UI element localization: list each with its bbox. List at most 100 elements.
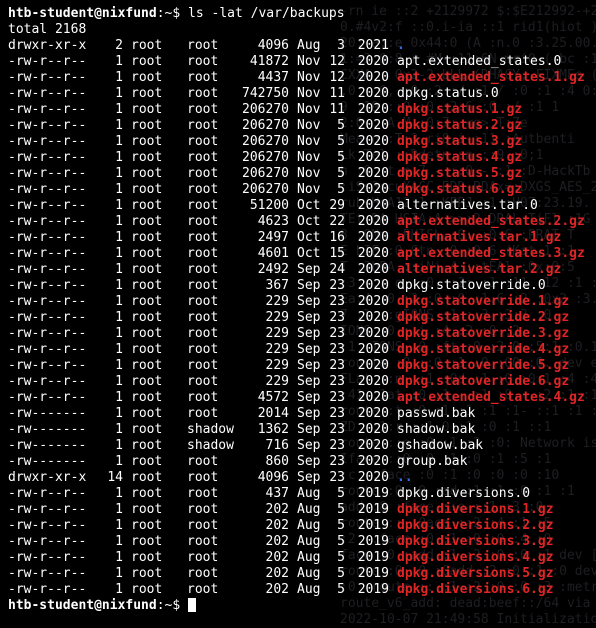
- owner: root: [131, 54, 163, 69]
- owner: root: [131, 438, 163, 453]
- month: Nov: [297, 150, 321, 165]
- year: 2020: [357, 230, 389, 245]
- file-name: dpkg.diversions.2.gz: [397, 518, 554, 533]
- file-size: 206270: [242, 102, 289, 117]
- owner: root: [131, 582, 163, 597]
- link-count: 1: [115, 438, 123, 453]
- month: Sep: [297, 470, 321, 485]
- link-count: 1: [115, 342, 123, 357]
- file-entry-row: -rw-r--r-- 1 root root 202 Aug 5 2019 dpkg.diver…: [8, 566, 592, 582]
- file-name: dpkg.status.6.gz: [397, 182, 523, 197]
- owner: root: [131, 182, 163, 197]
- permissions: -rw-------: [8, 422, 87, 437]
- year: 2020: [357, 390, 389, 405]
- day: 23: [329, 438, 345, 453]
- day: 23: [329, 422, 345, 437]
- month: Sep: [297, 422, 321, 437]
- year: 2019: [357, 566, 389, 581]
- link-count: 1: [115, 454, 123, 469]
- link-count: 1: [115, 118, 123, 133]
- file-size: 51200: [249, 198, 289, 213]
- day: 5: [337, 134, 345, 149]
- owner: root: [131, 326, 163, 341]
- group: root: [187, 246, 219, 261]
- owner: root: [131, 278, 163, 293]
- group: root: [187, 134, 219, 149]
- file-name: dpkg.diversions.1.gz: [397, 502, 554, 517]
- file-entry-row: -rw-r--r-- 1 root root 206270 Nov 5 2020 dpkg.st…: [8, 118, 592, 134]
- year: 2020: [357, 102, 389, 117]
- file-name: apt.extended_states.1.gz: [397, 70, 585, 85]
- group: root: [187, 118, 219, 133]
- group: root: [187, 262, 219, 277]
- file-size: 229: [265, 310, 289, 325]
- year: 2019: [357, 534, 389, 549]
- link-count: 1: [115, 102, 123, 117]
- file-size: 2497: [257, 230, 289, 245]
- year: 2020: [357, 118, 389, 133]
- month: Sep: [297, 310, 321, 325]
- day: 5: [337, 150, 345, 165]
- file-name: dpkg.status.2.gz: [397, 118, 523, 133]
- month: Aug: [297, 518, 321, 533]
- file-entry-row: -rw-r--r-- 1 root root 4572 Sep 23 2020 apt.exte…: [8, 390, 592, 406]
- file-name: alternatives.tar.0: [397, 198, 538, 213]
- month: Sep: [297, 438, 321, 453]
- owner: root: [131, 118, 163, 133]
- month: Oct: [297, 214, 321, 229]
- terminal-window[interactable]: -rn ie ::2 +2129972 $:$E212992-+212920.#…: [0, 0, 596, 628]
- permissions: -rw-r--r--: [8, 166, 87, 181]
- link-count: 1: [115, 390, 123, 405]
- file-entry-row: -rw-r--r-- 1 root root 4601 Oct 15 2020 apt.exte…: [8, 246, 592, 262]
- file-size: 4601: [257, 246, 289, 261]
- file-size: 202: [265, 550, 289, 565]
- permissions: -rw-r--r--: [8, 502, 87, 517]
- link-count: 1: [115, 214, 123, 229]
- file-entry-row: -rw-r--r-- 1 root root 229 Sep 23 2020 dpkg.stat…: [8, 342, 592, 358]
- month: Sep: [297, 278, 321, 293]
- file-name: shadow.bak: [397, 422, 476, 437]
- link-count: 1: [115, 134, 123, 149]
- day: 11: [329, 102, 345, 117]
- month: Sep: [297, 294, 321, 309]
- month: Aug: [297, 582, 321, 597]
- month: Aug: [297, 486, 321, 501]
- group: root: [187, 326, 219, 341]
- permissions: -rw-r--r--: [8, 86, 87, 101]
- link-count: 1: [115, 566, 123, 581]
- group: shadow: [187, 438, 234, 453]
- year: 2020: [357, 86, 389, 101]
- month: Aug: [297, 38, 321, 53]
- file-name: dpkg.statoverride.3.gz: [397, 326, 570, 341]
- file-size: 2014: [257, 406, 289, 421]
- link-count: 2: [115, 38, 123, 53]
- file-size: 202: [265, 534, 289, 549]
- file-name: dpkg.diversions.3.gz: [397, 534, 554, 549]
- file-size: 206270: [242, 150, 289, 165]
- file-entry-row: -rw-r--r-- 1 root root 202 Aug 5 2019 dpkg.diver…: [8, 518, 592, 534]
- permissions: -rw-r--r--: [8, 198, 87, 213]
- day: 23: [329, 454, 345, 469]
- link-count: 1: [115, 294, 123, 309]
- permissions: -rw-r--r--: [8, 70, 87, 85]
- group: root: [187, 166, 219, 181]
- link-count: 1: [115, 166, 123, 181]
- day: 3: [337, 38, 345, 53]
- permissions: -rw-r--r--: [8, 342, 87, 357]
- owner: root: [131, 150, 163, 165]
- owner: root: [131, 550, 163, 565]
- day: 23: [329, 310, 345, 325]
- file-name: dpkg.diversions.5.gz: [397, 566, 554, 581]
- file-entry-row: -rw------- 1 root shadow 716 Sep 23 2020 gshadow…: [8, 438, 592, 454]
- final-prompt-line[interactable]: htb-student@nixfund:~$: [8, 598, 592, 614]
- month: Nov: [297, 54, 321, 69]
- link-count: 1: [115, 246, 123, 261]
- file-name: dpkg.diversions.6.gz: [397, 582, 554, 597]
- file-entry-row: drwxr-xr-x 2 root root 4096 Aug 3 2021.: [8, 38, 592, 54]
- owner: root: [131, 198, 163, 213]
- link-count: 1: [115, 278, 123, 293]
- year: 2020: [357, 454, 389, 469]
- owner: root: [131, 342, 163, 357]
- file-size: 206270: [242, 134, 289, 149]
- file-name: dpkg.status.0: [397, 86, 499, 101]
